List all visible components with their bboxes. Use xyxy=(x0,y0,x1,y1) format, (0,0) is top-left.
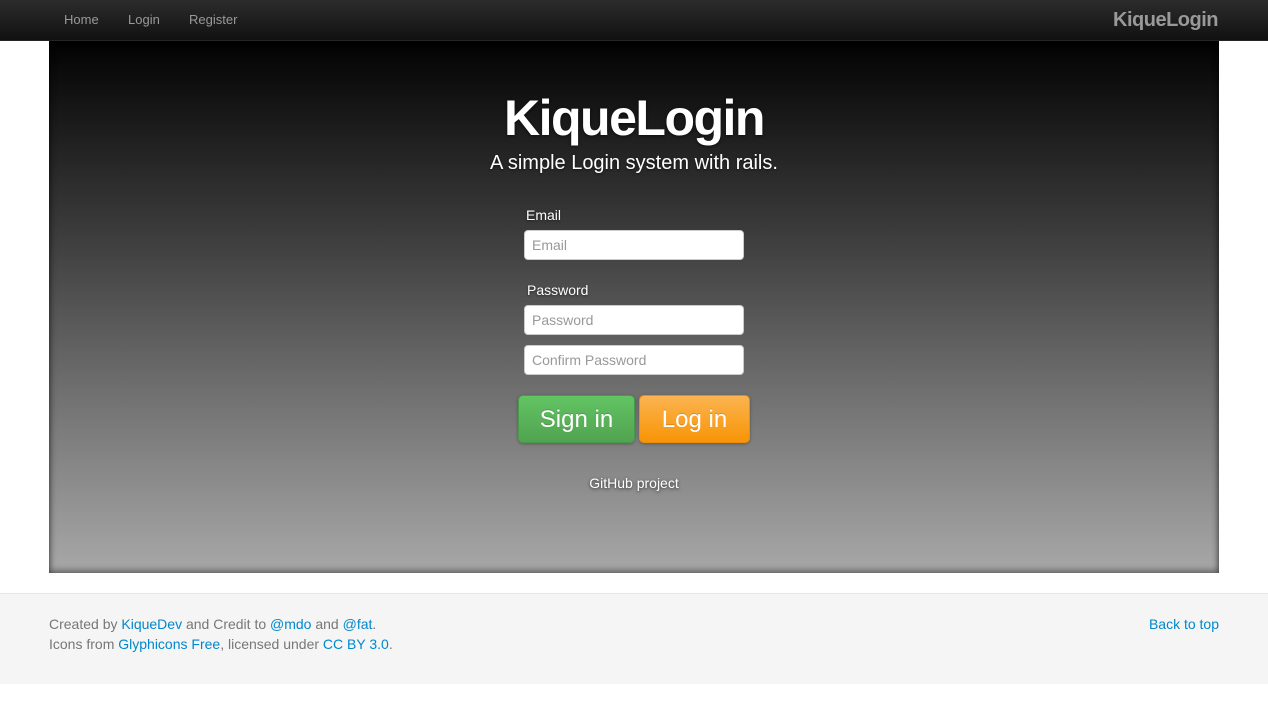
password-label: Password xyxy=(527,282,589,298)
sign-in-button[interactable]: Sign in xyxy=(518,395,635,443)
kiquedev-link[interactable]: KiqueDev xyxy=(121,616,182,632)
cc-by-link[interactable]: CC BY 3.0 xyxy=(323,636,389,652)
footer-icons-middle: , licensed under xyxy=(220,636,323,652)
fat-link[interactable]: @fat xyxy=(343,616,373,632)
hero-panel: KiqueLogin A simple Login system with ra… xyxy=(49,41,1219,573)
log-in-button[interactable]: Log in xyxy=(639,395,750,443)
footer-icons-credit: Icons from Glyphicons Free, licensed und… xyxy=(49,636,393,652)
top-navbar: Home Login Register KiqueLogin xyxy=(0,0,1268,41)
confirm-password-field[interactable] xyxy=(524,345,744,375)
page-footer: Created by KiqueDev and Credit to @mdo a… xyxy=(0,593,1268,684)
hero-title: KiqueLogin xyxy=(504,90,765,146)
email-label: Email xyxy=(526,207,562,223)
brand-link[interactable]: KiqueLogin xyxy=(1113,9,1218,32)
glyphicons-link[interactable]: Glyphicons Free xyxy=(118,636,220,652)
email-field[interactable] xyxy=(524,230,744,260)
mdo-link[interactable]: @mdo xyxy=(270,616,311,632)
hero-subtitle: A simple Login system with rails. xyxy=(490,152,778,174)
back-to-top-link[interactable]: Back to top xyxy=(1149,616,1219,632)
footer-credits-and: and xyxy=(311,616,343,632)
nav-login-link[interactable]: Login xyxy=(128,12,160,27)
footer-credits-prefix: Created by xyxy=(49,616,122,632)
nav-home-link[interactable]: Home xyxy=(64,12,99,27)
github-project-link[interactable]: GitHub project xyxy=(49,475,1219,491)
footer-credits: Created by KiqueDev and Credit to @mdo a… xyxy=(49,616,376,632)
nav-register-link[interactable]: Register xyxy=(189,12,237,27)
password-field[interactable] xyxy=(524,305,744,335)
footer-icons-suffix: . xyxy=(388,636,393,652)
footer-credits-suffix: . xyxy=(372,616,377,632)
footer-credits-middle: and Credit to xyxy=(182,616,271,632)
footer-icons-prefix: Icons from xyxy=(49,636,119,652)
